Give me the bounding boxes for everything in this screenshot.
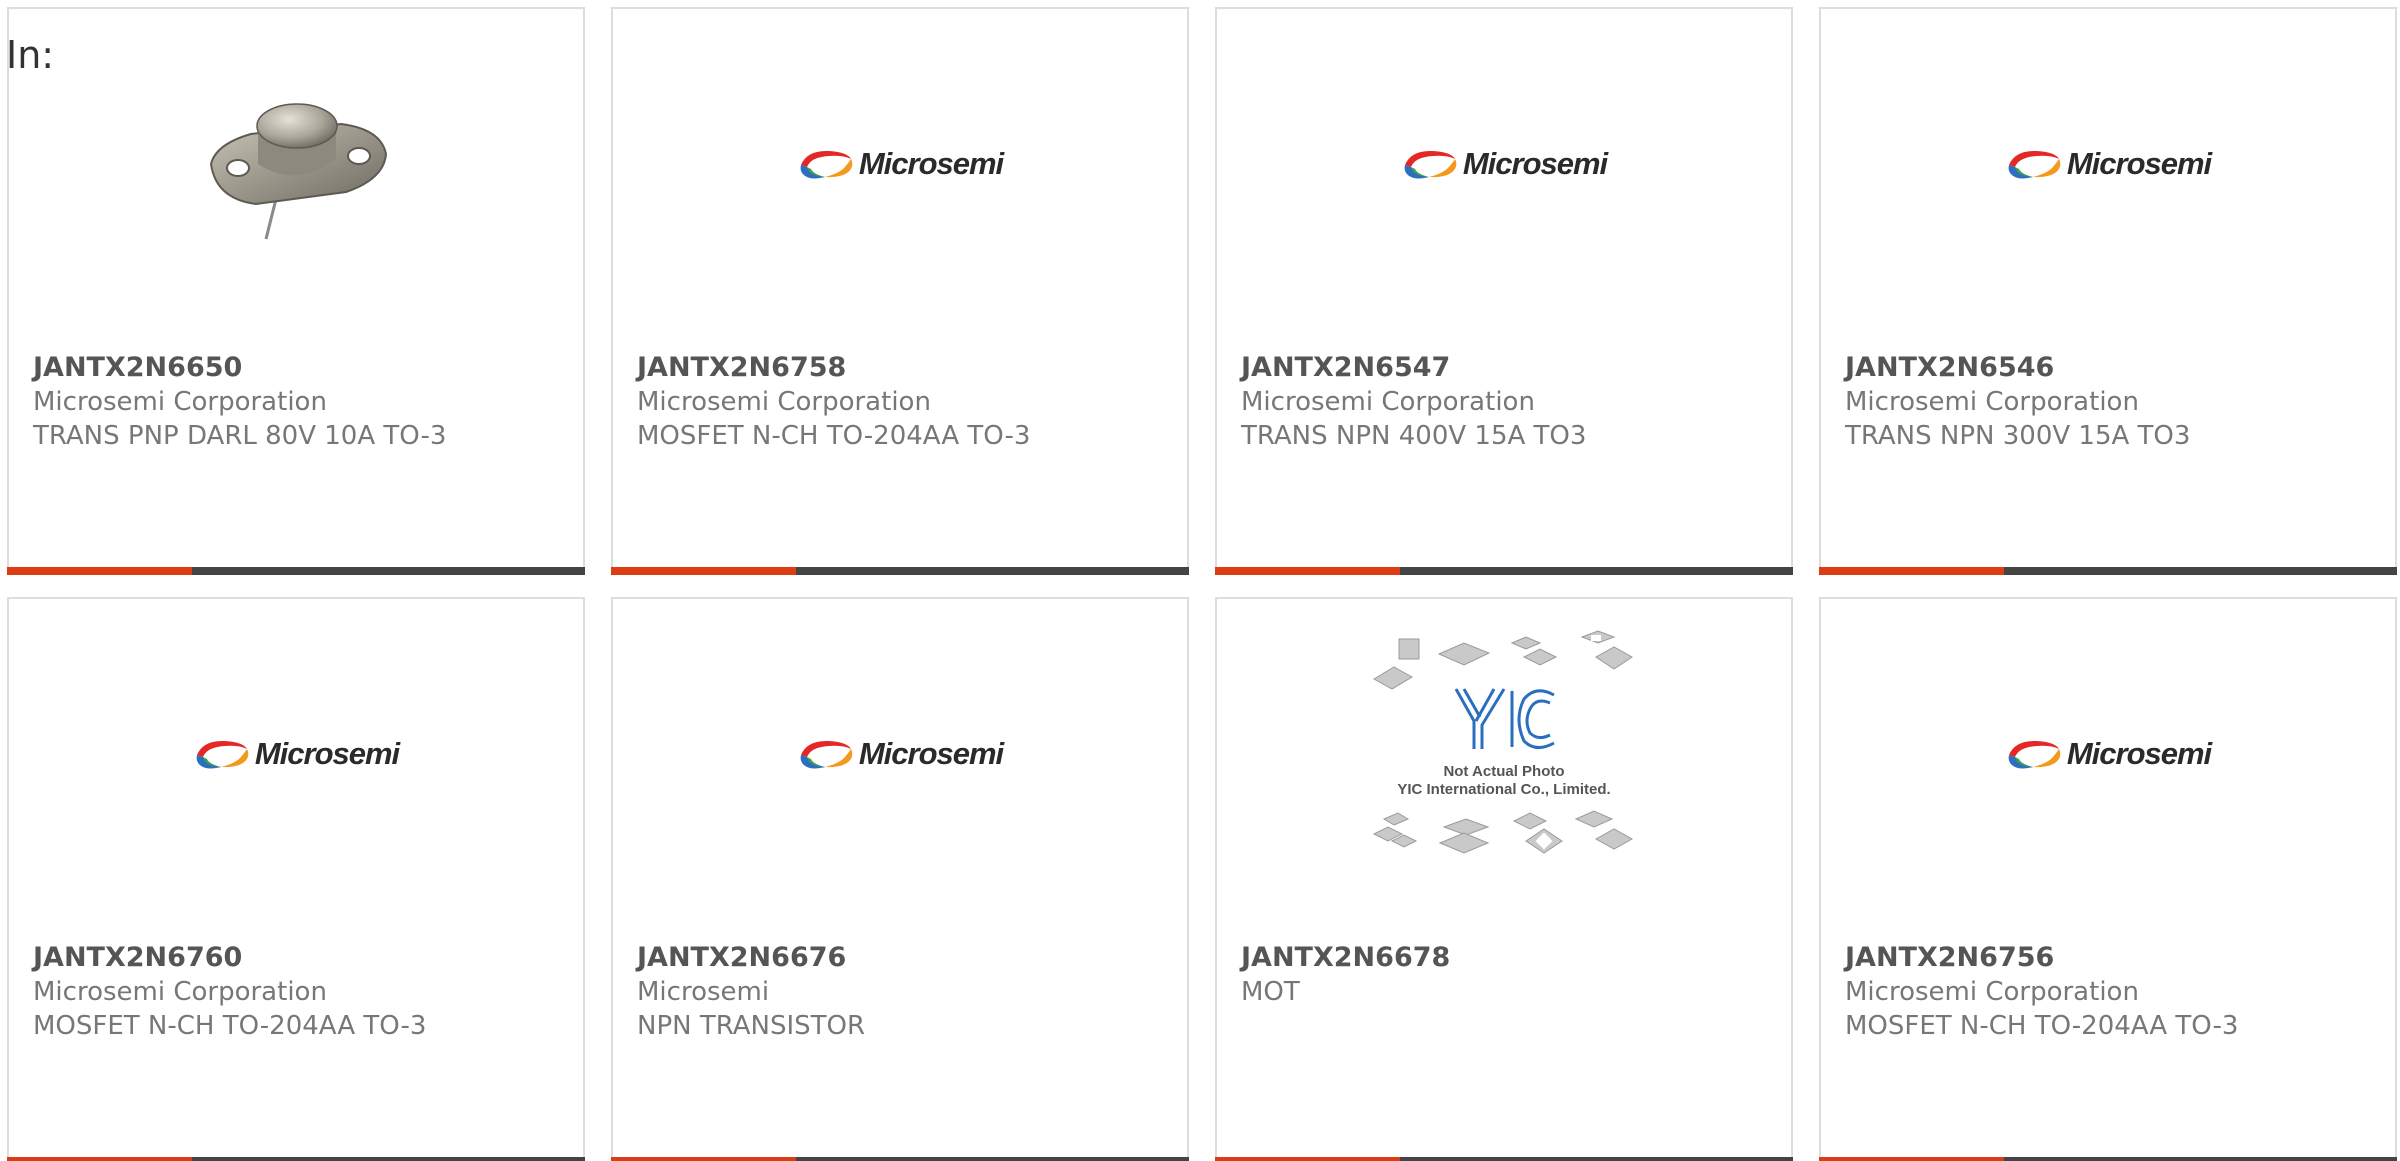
yic-placeholder-image: Not Actual Photo YIC International Co., … (1364, 629, 1644, 879)
manufacturer: MOT (1241, 977, 1300, 1007)
part-number[interactable]: JANTX2N6546 (1845, 351, 2379, 385)
description: MOSFET N-CH TO-204AA TO-3 (33, 1011, 427, 1041)
product-card[interactable]: Microsemi JANTX2N6756 Microsemi Corporat… (1819, 597, 2397, 1161)
product-card[interactable]: Microsemi JANTX2N6758 Microsemi Corporat… (611, 7, 1189, 575)
product-info: JANTX2N6676 Microsemi NPN TRANSISTOR (637, 941, 1171, 1043)
product-image: Microsemi (1217, 59, 1791, 269)
in-label: In: (6, 33, 55, 77)
part-number[interactable]: JANTX2N6758 (637, 351, 1171, 385)
placeholder-line-2: YIC International Co., Limited. (1397, 781, 1611, 798)
microsemi-logo-text: Microsemi (1462, 146, 1608, 181)
microsemi-logo: Microsemi (797, 146, 1004, 182)
microsemi-logo-text: Microsemi (254, 736, 400, 771)
manufacturer: Microsemi Corporation (33, 977, 327, 1007)
manufacturer: Microsemi Corporation (1845, 977, 2139, 1007)
microsemi-logo: Microsemi (193, 736, 400, 772)
product-image: Microsemi (613, 649, 1187, 859)
product-card[interactable]: JANTX2N6650 Microsemi Corporation TRANS … (7, 7, 585, 575)
product-grid-page: In: JANTX2N6650 Microsemi Corporation TR… (0, 0, 2400, 1161)
microsemi-logo-text: Microsemi (858, 146, 1004, 181)
part-number[interactable]: JANTX2N6760 (33, 941, 567, 975)
chip-packages-icon (1372, 630, 1634, 854)
description: NPN TRANSISTOR (637, 1011, 866, 1041)
description: MOSFET N-CH TO-204AA TO-3 (1845, 1011, 2239, 1041)
microsemi-logo: Microsemi (797, 736, 1004, 772)
microsemi-swirl-icon (1404, 150, 1457, 179)
description: MOSFET N-CH TO-204AA TO-3 (637, 421, 1031, 451)
card-accent-bar (611, 1157, 1189, 1161)
description: TRANS NPN 300V 15A TO3 (1845, 421, 2191, 451)
card-accent-bar (1819, 567, 2397, 575)
card-accent-bar (611, 567, 1189, 575)
placeholder-line-1: Not Actual Photo (1443, 763, 1565, 780)
manufacturer: Microsemi (637, 977, 770, 1007)
microsemi-logo-text: Microsemi (2066, 736, 2212, 771)
part-number[interactable]: JANTX2N6650 (33, 351, 567, 385)
to3-package-icon (209, 103, 388, 240)
product-image: Microsemi (613, 59, 1187, 269)
microsemi-logo-text: Microsemi (858, 736, 1004, 771)
manufacturer: Microsemi Corporation (637, 387, 931, 417)
microsemi-swirl-icon (800, 740, 853, 769)
product-info: JANTX2N6650 Microsemi Corporation TRANS … (33, 351, 567, 453)
part-number[interactable]: JANTX2N6547 (1241, 351, 1775, 385)
card-accent-bar (7, 567, 585, 575)
product-card[interactable]: Microsemi JANTX2N6547 Microsemi Corporat… (1215, 7, 1793, 575)
product-image: Not Actual Photo YIC International Co., … (1217, 630, 1791, 859)
manufacturer: Microsemi Corporation (1241, 387, 1535, 417)
product-card[interactable]: Microsemi JANTX2N6546 Microsemi Corporat… (1819, 7, 2397, 575)
product-image: Microsemi (9, 649, 583, 859)
product-image (9, 59, 583, 269)
part-number[interactable]: JANTX2N6676 (637, 941, 1171, 975)
product-card[interactable]: Microsemi JANTX2N6760 Microsemi Corporat… (7, 597, 585, 1161)
product-card[interactable]: Microsemi JANTX2N6676 Microsemi NPN TRAN… (611, 597, 1189, 1161)
manufacturer: Microsemi Corporation (33, 387, 327, 417)
microsemi-swirl-icon (800, 150, 853, 179)
product-info: JANTX2N6758 Microsemi Corporation MOSFET… (637, 351, 1171, 453)
card-accent-bar (1215, 567, 1793, 575)
microsemi-logo-text: Microsemi (2066, 146, 2212, 181)
description: TRANS PNP DARL 80V 10A TO-3 (33, 421, 447, 451)
microsemi-logo: Microsemi (2005, 146, 2212, 182)
microsemi-swirl-icon (196, 740, 249, 769)
product-info: JANTX2N6678 MOT (1241, 941, 1775, 1009)
microsemi-logo: Microsemi (1401, 146, 1608, 182)
description: TRANS NPN 400V 15A TO3 (1241, 421, 1587, 451)
product-info: JANTX2N6760 Microsemi Corporation MOSFET… (33, 941, 567, 1043)
card-accent-bar (1215, 1157, 1793, 1161)
manufacturer: Microsemi Corporation (1845, 387, 2139, 417)
product-image: Microsemi (1821, 59, 2395, 269)
part-number[interactable]: JANTX2N6756 (1845, 941, 2379, 975)
microsemi-logo: Microsemi (2005, 736, 2212, 772)
product-card[interactable]: Not Actual Photo YIC International Co., … (1215, 597, 1793, 1161)
microsemi-swirl-icon (2008, 150, 2061, 179)
product-info: JANTX2N6756 Microsemi Corporation MOSFET… (1845, 941, 2379, 1043)
card-accent-bar (1819, 1157, 2397, 1161)
product-info: JANTX2N6547 Microsemi Corporation TRANS … (1241, 351, 1775, 453)
part-number[interactable]: JANTX2N6678 (1241, 941, 1775, 975)
microsemi-swirl-icon (2008, 740, 2061, 769)
product-info: JANTX2N6546 Microsemi Corporation TRANS … (1845, 351, 2379, 453)
product-image: Microsemi (1821, 649, 2395, 859)
card-accent-bar (7, 1157, 585, 1161)
